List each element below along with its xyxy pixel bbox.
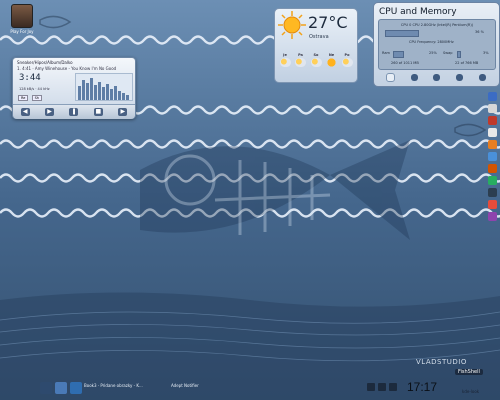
- app-icon[interactable]: [488, 212, 497, 221]
- app-icon[interactable]: [488, 176, 497, 185]
- previous-icon[interactable]: ◀: [20, 108, 30, 116]
- clock[interactable]: 17:17: [407, 380, 437, 394]
- player-bitrate: 128 kB/s · 44 kHz: [19, 87, 50, 91]
- media-player-widget[interactable]: Sneaker/Hipos/Album/Dalko 1. 4:41 · Amy …: [12, 57, 136, 119]
- partly-cloudy-icon: [310, 58, 322, 67]
- forecast-day: Je: [278, 53, 292, 67]
- cpu-frequency: CPU Frequency: 2800MHz: [409, 40, 454, 44]
- app-icon[interactable]: [488, 140, 497, 149]
- partly-cloudy-icon: [279, 58, 291, 67]
- player-track: 1. 4:41 · Amy Winehouse - You Know I'm N…: [17, 66, 117, 71]
- network-icon[interactable]: [367, 383, 375, 391]
- desktop-shortcut-label: Play For Joy: [10, 29, 34, 34]
- cpu-memory-widget[interactable]: CPU and Memory CPU 0 CPU 2.80GHz (Intel(…: [373, 2, 500, 87]
- cpu-usage-bar: [385, 30, 419, 37]
- partly-cloudy-icon: [341, 58, 353, 67]
- app-icon[interactable]: [488, 188, 497, 197]
- app-icon[interactable]: [488, 104, 497, 113]
- sunny-icon: [278, 11, 306, 39]
- volume-icon[interactable]: [378, 383, 386, 391]
- tray-badge: FishShell: [455, 369, 483, 375]
- desktop-icon[interactable]: [55, 382, 67, 394]
- play-icon[interactable]: ▶: [45, 108, 55, 116]
- shuffle-button[interactable]: Sh: [31, 95, 43, 101]
- cpu-name: CPU 0 CPU 2.80GHz (Intel(R) Pentium(R)): [400, 23, 474, 27]
- desktop-shortcut[interactable]: Play For Joy: [5, 4, 39, 34]
- user-avatar-icon: [11, 4, 33, 28]
- menu-icon[interactable]: [40, 382, 52, 394]
- swap-detail: 22 of 766 MB: [455, 61, 479, 65]
- next-icon[interactable]: ▶: [118, 108, 128, 116]
- repeat-button[interactable]: Re: [18, 95, 29, 101]
- chat-icon[interactable]: [479, 73, 487, 81]
- wallpaper-brand: VLADSTUDIO: [416, 358, 467, 366]
- forecast-day: So: [309, 53, 323, 67]
- player-mode-buttons: Re Sh: [18, 95, 44, 101]
- player-time: 3:44: [19, 73, 41, 83]
- swap-label: Swap: [443, 51, 453, 55]
- settings-icon[interactable]: [410, 73, 418, 81]
- app-icon[interactable]: [488, 152, 497, 161]
- ram-usage-bar: [393, 51, 404, 58]
- spectrum-visualizer: [75, 73, 133, 101]
- widget-launchers: [378, 72, 494, 82]
- app-icon[interactable]: [488, 128, 497, 137]
- app-icon[interactable]: [488, 164, 497, 173]
- app-icon[interactable]: [488, 92, 497, 101]
- app-icon[interactable]: [488, 200, 497, 209]
- swap-usage-value: 3%: [483, 51, 489, 55]
- cloud-icon[interactable]: [433, 73, 441, 81]
- player-source: Sneaker/Hipos/Album/Dalko: [17, 60, 73, 65]
- ram-usage-value: 25%: [429, 51, 437, 55]
- task-item[interactable]: Adept Notifier: [171, 383, 199, 388]
- weather-widget[interactable]: 27°C Ostrava Je Pa So Ne Po: [274, 8, 358, 83]
- task-item[interactable]: Book3 · Pridane obrazky - K...: [84, 383, 143, 388]
- browser-icon[interactable]: [70, 382, 82, 394]
- forecast-day: Pa: [294, 53, 308, 67]
- current-temperature: 27°C: [308, 13, 348, 32]
- pause-icon[interactable]: ❚: [69, 108, 79, 116]
- sunny-icon: [326, 58, 337, 67]
- swap-usage-bar: [457, 51, 461, 58]
- system-tray: [367, 383, 400, 391]
- ram-detail: 260 of 1011 MB: [391, 61, 419, 65]
- widget-title: CPU and Memory: [379, 7, 457, 17]
- globe-icon[interactable]: [456, 73, 464, 81]
- home-icon[interactable]: [385, 72, 395, 82]
- player-controls: ◀ ▶ ❚ ■ ▶: [13, 104, 135, 119]
- wallpaper-credit: kde-look: [462, 389, 480, 394]
- ram-label: Ram: [382, 51, 390, 55]
- partly-cloudy-icon: [295, 58, 306, 67]
- side-launcher: [488, 92, 498, 224]
- cpu-panel: CPU 0 CPU 2.80GHz (Intel(R) Pentium(R)) …: [378, 19, 496, 70]
- app-icon[interactable]: [488, 116, 497, 125]
- forecast-day: Po: [340, 53, 354, 67]
- forecast-row: Je Pa So Ne Po: [278, 53, 354, 67]
- cpu-usage-value: 36 %: [475, 30, 484, 34]
- quick-launch: [40, 382, 85, 394]
- stop-icon[interactable]: ■: [93, 108, 103, 116]
- keyboard-icon[interactable]: [389, 383, 397, 391]
- weather-city: Ostrava: [309, 34, 329, 40]
- forecast-day: Ne: [325, 53, 339, 67]
